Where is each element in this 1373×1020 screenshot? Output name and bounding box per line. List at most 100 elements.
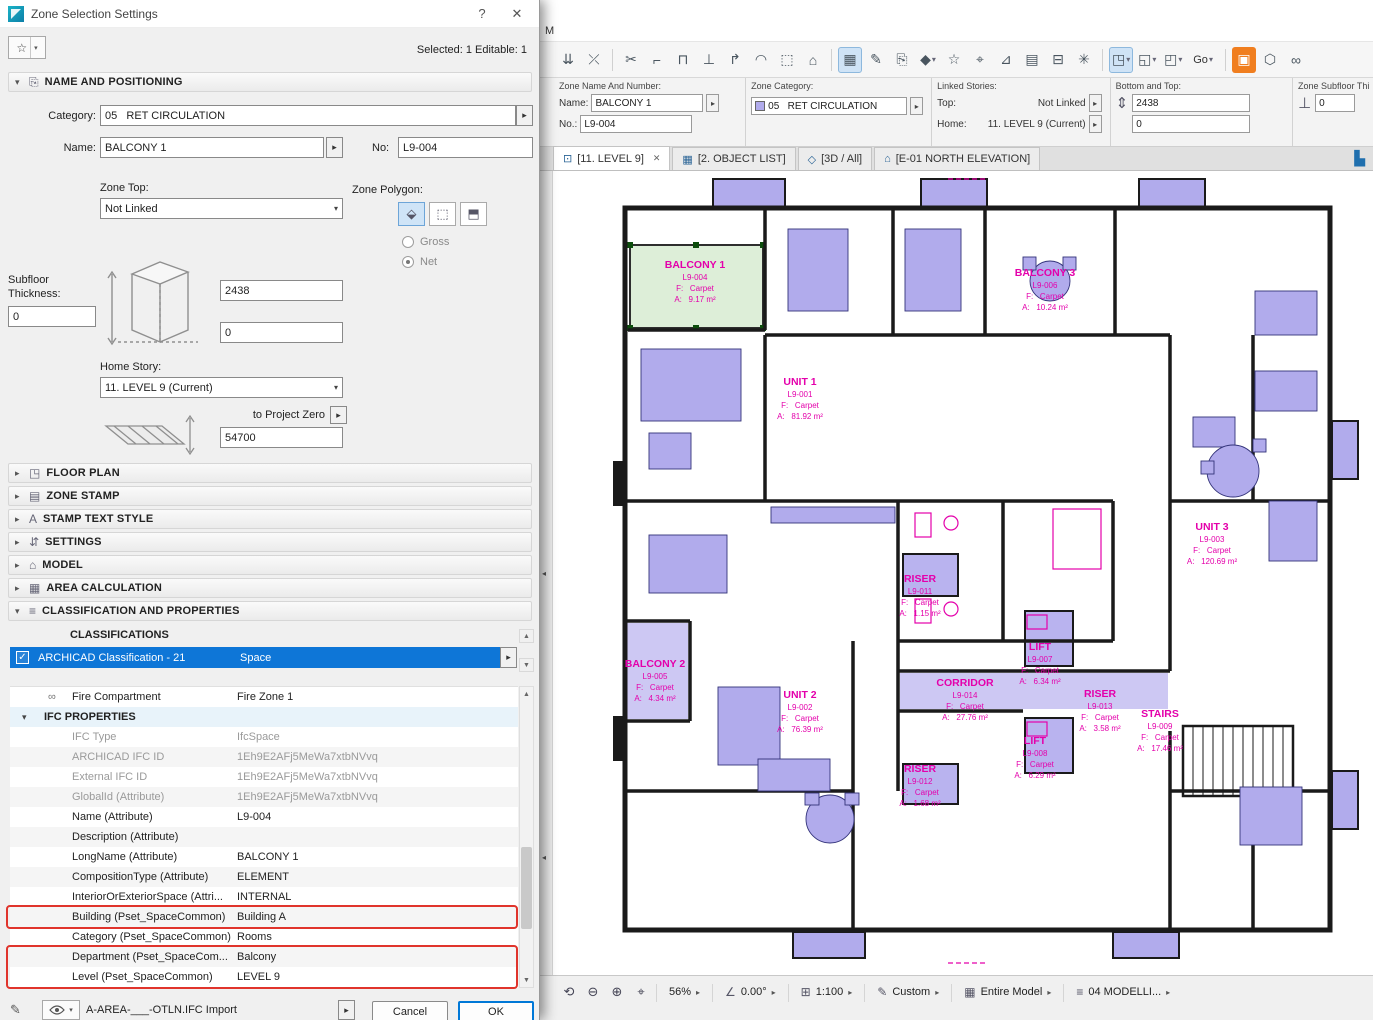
flyout-arrow-icon[interactable]: ▸ bbox=[910, 97, 923, 115]
top-value[interactable]: Not Linked bbox=[1038, 98, 1086, 109]
property-row[interactable]: IFC TypeIfcSpace bbox=[10, 727, 518, 747]
zone-polygon-solid-button[interactable]: ⬙ bbox=[398, 202, 425, 226]
zone-name-input[interactable]: BALCONY 1 bbox=[591, 94, 703, 112]
tab-1[interactable]: ⊡[11. LEVEL 9]✕ bbox=[553, 146, 670, 170]
flyout-arrow-icon[interactable]: ▸ bbox=[1089, 115, 1102, 133]
clip-icon[interactable]: ⊟ bbox=[1046, 47, 1070, 73]
trim-icon[interactable]: ⊓ bbox=[671, 47, 695, 73]
top-offset-input[interactable]: 2438 bbox=[1132, 94, 1250, 112]
cascade-windows-icon[interactable]: ◰▾ bbox=[1161, 47, 1185, 73]
ok-button[interactable]: OK bbox=[458, 1001, 534, 1020]
section-zone-stamp[interactable]: ▸▤ZONE STAMP bbox=[8, 486, 532, 506]
bottom-offset-input[interactable]: 0 bbox=[220, 322, 343, 343]
dialog-titlebar[interactable]: Zone Selection Settings ? ✕ bbox=[0, 0, 539, 28]
go-button[interactable]: Go▾ bbox=[1187, 47, 1219, 73]
property-row[interactable]: CompositionType (Attribute)ELEMENT bbox=[10, 867, 518, 887]
view-window-icon[interactable]: ◳▾ bbox=[1109, 47, 1133, 73]
section-model[interactable]: ▸⌂MODEL bbox=[8, 555, 532, 575]
copy-icon[interactable]: ⎘ bbox=[890, 47, 914, 73]
fit-in-window-icon[interactable]: ⌖ bbox=[630, 982, 652, 1002]
flyout-arrow-icon[interactable]: ▸ bbox=[706, 94, 719, 112]
property-row[interactable]: InteriorOrExteriorSpace (Attri...INTERNA… bbox=[10, 887, 518, 907]
property-row[interactable]: Category (Pset_SpaceCommon)Rooms bbox=[10, 927, 518, 947]
menu-fragment[interactable]: M bbox=[545, 25, 554, 37]
home-story-dropdown[interactable]: 11. LEVEL 9 (Current)▾ bbox=[100, 377, 343, 398]
zone-number-input[interactable]: L9-004 bbox=[580, 115, 692, 133]
property-row[interactable]: GlobalId (Attribute)1Eh9E2AFj5MeWa7xtbNV… bbox=[10, 787, 518, 807]
column-icon[interactable]: ⊥ bbox=[697, 47, 721, 73]
scroll-down-icon[interactable]: ▼ bbox=[520, 973, 533, 987]
zone-top-dropdown[interactable]: Not Linked▾ bbox=[100, 198, 343, 219]
layer-control[interactable]: ≡04 MODELLI...▸ bbox=[1068, 982, 1178, 1002]
hexagon-icon[interactable]: ⬡ bbox=[1258, 47, 1282, 73]
floor-plan-drawing[interactable]: BALCONY 1L9-004F: CarpetA: 9.17 m²UNIT 1… bbox=[553, 171, 1373, 975]
project-zero-input[interactable]: 54700 bbox=[220, 427, 343, 448]
tab-4[interactable]: ⌂[E-01 NORTH ELEVATION] bbox=[874, 147, 1040, 170]
section-stamp-text-style[interactable]: ▸ASTAMP TEXT STYLE bbox=[8, 509, 532, 529]
section-floor-plan[interactable]: ▸◳FLOOR PLAN bbox=[8, 463, 532, 483]
home-value[interactable]: 11. LEVEL 9 (Current) bbox=[988, 119, 1086, 130]
scroll-thumb[interactable] bbox=[521, 847, 532, 929]
solid-ops-icon[interactable]: ◆▾ bbox=[916, 47, 940, 73]
dimension-stack-icon[interactable]: ⇊ bbox=[556, 47, 580, 73]
scroll-down-icon[interactable]: ▼ bbox=[519, 658, 534, 672]
subfloor-thickness-input[interactable]: 0 bbox=[8, 306, 96, 327]
name-input[interactable]: BALCONY 1 bbox=[100, 137, 324, 158]
subfloor-input[interactable]: 0 bbox=[1315, 94, 1355, 112]
cancel-button[interactable]: Cancel bbox=[372, 1001, 448, 1020]
properties-scrollbar[interactable]: ▲ ▼ bbox=[519, 686, 534, 988]
section-classification-and-properties[interactable]: ▾≡CLASSIFICATION AND PROPERTIES bbox=[8, 601, 532, 621]
classification-row[interactable]: ✓ ARCHICAD Classification - 21 Space bbox=[10, 647, 500, 668]
property-row[interactable]: ▾IFC PROPERTIES bbox=[10, 707, 518, 727]
scroll-up-icon[interactable]: ▲ bbox=[520, 687, 533, 701]
tile-windows-icon[interactable]: ◱▾ bbox=[1135, 47, 1159, 73]
property-row[interactable]: Building (Pset_SpaceCommon)Building A bbox=[10, 907, 518, 927]
zoom-in-icon[interactable]: ⊕ bbox=[606, 982, 628, 1002]
axis-icon[interactable]: ⤫ bbox=[582, 47, 606, 73]
name-flyout-button[interactable]: ▸ bbox=[326, 137, 343, 158]
category-flyout-button[interactable]: ▸ bbox=[516, 105, 533, 126]
corner-icon[interactable]: ↱ bbox=[723, 47, 747, 73]
property-row[interactable]: Name (Attribute)L9-004 bbox=[10, 807, 518, 827]
zoom-previous-icon[interactable]: ⟲ bbox=[558, 982, 580, 1002]
roof-icon[interactable]: ⌂ bbox=[801, 47, 825, 73]
zone-number-input[interactable]: L9-004 bbox=[398, 137, 533, 158]
frame-icon[interactable]: ⬚ bbox=[775, 47, 799, 73]
collapse-arrow-icon[interactable]: ◂ bbox=[542, 853, 546, 862]
property-row[interactable]: Department (Pset_SpaceCom...Balcony bbox=[10, 947, 518, 967]
favorites-icon[interactable]: ☆ bbox=[942, 47, 966, 73]
gross-radio[interactable]: Gross bbox=[402, 236, 449, 248]
chevron-down-icon[interactable]: ▾ bbox=[22, 707, 27, 727]
zone-polygon-gross-button[interactable]: ⬚ bbox=[429, 202, 456, 226]
link-icon[interactable]: ∞ bbox=[1284, 47, 1308, 73]
checkbox-checked-icon[interactable]: ✓ bbox=[16, 651, 29, 664]
sheet-icon[interactable]: ▤ bbox=[1020, 47, 1044, 73]
close-button[interactable]: ✕ bbox=[503, 6, 531, 22]
panel-splitter[interactable]: ◂ ◂ bbox=[540, 171, 553, 975]
help-button[interactable]: ? bbox=[468, 6, 496, 21]
net-radio[interactable]: Net bbox=[402, 256, 437, 268]
import-flyout-button[interactable]: ▸ bbox=[338, 1000, 355, 1020]
marquee-icon[interactable]: ▦ bbox=[838, 47, 862, 73]
classification-flyout-button[interactable]: ▸ bbox=[500, 647, 517, 668]
zone-height-input[interactable]: 2438 bbox=[220, 280, 343, 301]
property-row[interactable]: ARCHICAD IFC ID1Eh9E2AFj5MeWa7xtbNVvq bbox=[10, 747, 518, 767]
bottom-offset-input[interactable]: 0 bbox=[1132, 115, 1250, 133]
split-icon[interactable]: ✂ bbox=[619, 47, 643, 73]
tab-2[interactable]: ▦[2. OBJECT LIST] bbox=[672, 147, 795, 170]
property-row[interactable]: Description (Attribute) bbox=[10, 827, 518, 847]
visibility-button[interactable]: ▾ bbox=[42, 1000, 80, 1020]
render-icon[interactable]: ▣ bbox=[1232, 47, 1256, 73]
property-row[interactable]: LongName (Attribute)BALCONY 1 bbox=[10, 847, 518, 867]
tab-3[interactable]: ◇[3D / All] bbox=[798, 147, 872, 170]
flyout-arrow-icon[interactable]: ▸ bbox=[1089, 94, 1102, 112]
orientation-control[interactable]: ∠0.00°▸ bbox=[717, 982, 784, 1002]
zoom-level-control[interactable]: 56%▸ bbox=[661, 982, 708, 1002]
section-area-calculation[interactable]: ▸▦AREA CALCULATION bbox=[8, 578, 532, 598]
section-settings[interactable]: ▸⇵SETTINGS bbox=[8, 532, 532, 552]
wheel-icon[interactable]: ✳ bbox=[1072, 47, 1096, 73]
property-row[interactable]: External IFC ID1Eh9E2AFj5MeWa7xtbNVvq bbox=[10, 767, 518, 787]
target-icon[interactable]: ⌖ bbox=[968, 47, 992, 73]
collapse-arrow-icon[interactable]: ◂ bbox=[542, 569, 546, 578]
zoom-out-icon[interactable]: ⊖ bbox=[582, 982, 604, 1002]
